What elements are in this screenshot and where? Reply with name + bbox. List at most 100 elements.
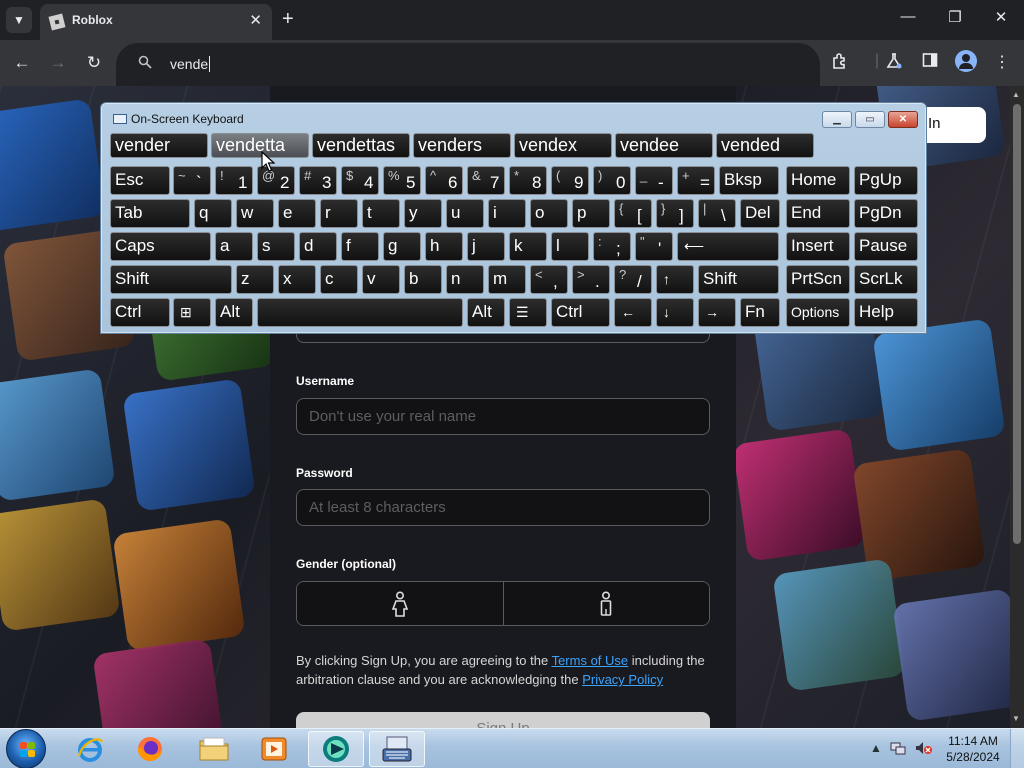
key-0[interactable]: ) 0: [593, 166, 631, 195]
start-button[interactable]: [6, 729, 46, 768]
key-home[interactable]: Home: [786, 166, 850, 195]
key-tab[interactable]: Tab: [110, 199, 190, 228]
key-f[interactable]: f: [341, 232, 379, 261]
key-q[interactable]: q: [194, 199, 232, 228]
address-bar-text[interactable]: vende: [170, 56, 211, 72]
key-9[interactable]: (9: [551, 166, 589, 195]
side-panel-icon[interactable]: [919, 52, 941, 73]
key-1[interactable]: ! 1: [215, 166, 253, 195]
key-end[interactable]: End: [786, 199, 850, 228]
key-space[interactable]: [257, 298, 463, 327]
minimize-window-icon[interactable]: —: [893, 8, 923, 25]
key-a[interactable]: a: [215, 232, 253, 261]
key-enter-icon[interactable]: ⟵: [677, 232, 779, 261]
key-[[interactable]: {[: [614, 199, 652, 228]
key-][interactable]: }]: [656, 199, 694, 228]
extensions-icon[interactable]: [829, 52, 851, 75]
address-bar[interactable]: vende: [116, 43, 820, 86]
profile-avatar-icon[interactable]: [955, 50, 977, 72]
page-scrollbar[interactable]: ▲ ▼: [1010, 86, 1024, 728]
key-w[interactable]: w: [236, 199, 274, 228]
key-prtscn[interactable]: PrtScn: [786, 265, 850, 294]
key-h[interactable]: h: [425, 232, 463, 261]
key-8[interactable]: * 8: [509, 166, 547, 195]
key-alt[interactable]: Alt: [215, 298, 253, 327]
new-tab-button[interactable]: +: [282, 8, 294, 30]
gender-female-button[interactable]: [297, 582, 503, 625]
key-e[interactable]: e: [278, 199, 316, 228]
reload-icon[interactable]: ↻: [82, 51, 106, 75]
key-j[interactable]: j: [467, 232, 505, 261]
system-clock[interactable]: 11:14 AM 5/28/2024: [942, 733, 1004, 765]
key-.[interactable]: >.: [572, 265, 610, 294]
forward-icon[interactable]: →: [46, 51, 70, 75]
key-5[interactable]: % 5: [383, 166, 421, 195]
key-d[interactable]: d: [299, 232, 337, 261]
key-z[interactable]: z: [236, 265, 274, 294]
key-6[interactable]: ^ 6: [425, 166, 463, 195]
key-\[interactable]: | \: [698, 199, 736, 228]
scroll-down-icon[interactable]: ▼: [1012, 714, 1020, 723]
taskbar-firefox[interactable]: [122, 731, 178, 767]
browser-tab[interactable]: Roblox ✕: [40, 4, 272, 40]
key-bksp[interactable]: Bksp: [719, 166, 779, 195]
restore-window-icon[interactable]: ❐: [940, 8, 970, 26]
key-fn[interactable]: Fn: [740, 298, 780, 327]
key-pgup[interactable]: PgUp: [854, 166, 918, 195]
password-input[interactable]: [296, 489, 710, 526]
key-v[interactable]: v: [362, 265, 400, 294]
taskbar-on-screen-keyboard[interactable]: [369, 731, 425, 767]
key-3[interactable]: #3: [299, 166, 337, 195]
key-g[interactable]: g: [383, 232, 421, 261]
key-n[interactable]: n: [446, 265, 484, 294]
key-;[interactable]: :;: [593, 232, 631, 261]
key-t[interactable]: t: [362, 199, 400, 228]
key-del[interactable]: Del: [740, 199, 780, 228]
volume-muted-icon[interactable]: [915, 741, 933, 758]
key-insert[interactable]: Insert: [786, 232, 850, 261]
key-,[interactable]: <,: [530, 265, 568, 294]
key-options[interactable]: Options: [786, 298, 850, 327]
gender-male-button[interactable]: [502, 582, 709, 625]
key-down-arrow-icon[interactable]: ↓: [656, 298, 694, 327]
show-hidden-icons-icon[interactable]: ▲: [870, 741, 882, 755]
key-ctrl[interactable]: Ctrl: [110, 298, 170, 327]
key-up-arrow-icon[interactable]: ↑: [656, 265, 694, 294]
key-ctrl[interactable]: Ctrl: [551, 298, 610, 327]
more-menu-icon[interactable]: ⋮: [991, 52, 1013, 72]
show-desktop-button[interactable]: [1010, 729, 1024, 768]
key-caps[interactable]: Caps: [110, 232, 211, 261]
key-right-arrow-icon[interactable]: →: [698, 298, 736, 327]
key-u[interactable]: u: [446, 199, 484, 228]
key-y[interactable]: y: [404, 199, 442, 228]
key-i[interactable]: i: [488, 199, 526, 228]
taskbar-media-player[interactable]: [246, 731, 302, 767]
terms-of-use-link[interactable]: Terms of Use: [552, 653, 629, 668]
key-c[interactable]: c: [320, 265, 358, 294]
key-4[interactable]: $4: [341, 166, 379, 195]
key-o[interactable]: o: [530, 199, 568, 228]
key-pause[interactable]: Pause: [854, 232, 918, 261]
close-window-icon[interactable]: ✕: [986, 8, 1016, 26]
key-m[interactable]: m: [488, 265, 526, 294]
username-input[interactable]: [296, 398, 710, 435]
key-l[interactable]: l: [551, 232, 589, 261]
key-x[interactable]: x: [278, 265, 316, 294]
taskbar-file-explorer[interactable]: [186, 731, 242, 767]
network-icon[interactable]: [890, 741, 906, 758]
key-=[interactable]: + =: [677, 166, 715, 195]
key-help[interactable]: Help: [854, 298, 918, 327]
key-b[interactable]: b: [404, 265, 442, 294]
key-r[interactable]: r: [320, 199, 358, 228]
key-/[interactable]: ? /: [614, 265, 652, 294]
sign-up-button[interactable]: Sign Up: [296, 712, 710, 728]
scroll-up-icon[interactable]: ▲: [1012, 90, 1020, 99]
key-scrlk[interactable]: ScrLk: [854, 265, 918, 294]
key-esc[interactable]: Esc: [110, 166, 170, 195]
key-7[interactable]: & 7: [467, 166, 505, 195]
key--[interactable]: _ -: [635, 166, 673, 195]
back-icon[interactable]: ←: [10, 51, 34, 75]
key-menu-icon[interactable]: ☰: [509, 298, 547, 327]
key-`[interactable]: ~ `: [173, 166, 211, 195]
key-s[interactable]: s: [257, 232, 295, 261]
